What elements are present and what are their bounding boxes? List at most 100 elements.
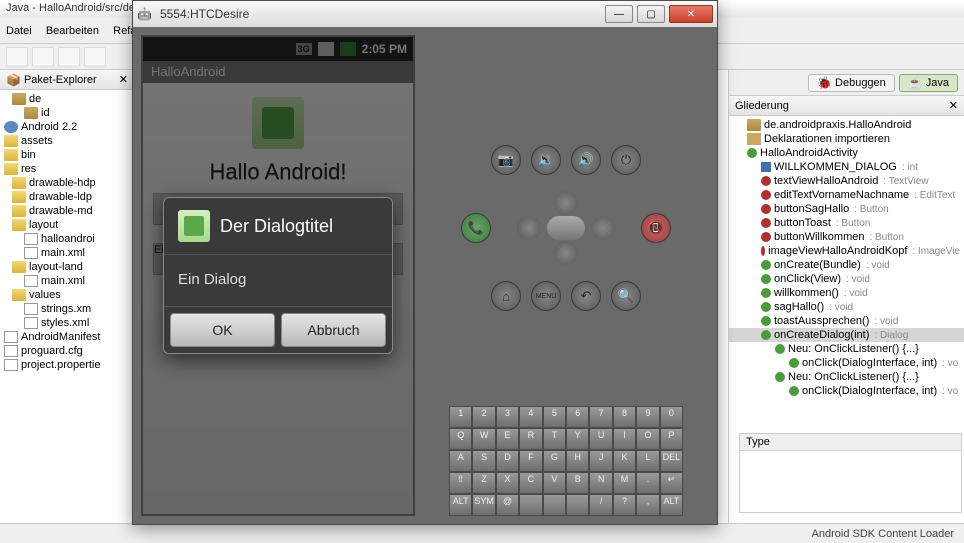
- key-U[interactable]: U: [589, 428, 612, 450]
- tree-item[interactable]: drawable-md: [0, 204, 134, 218]
- key-M[interactable]: M: [613, 472, 636, 494]
- tree-item[interactable]: project.propertie: [0, 358, 134, 372]
- key-H[interactable]: H: [566, 450, 589, 472]
- key-S[interactable]: S: [472, 450, 495, 472]
- dpad-down[interactable]: [554, 241, 578, 265]
- outline-item[interactable]: Neu: OnClickListener() {...}: [729, 370, 964, 384]
- tree-item[interactable]: halloandroi: [0, 232, 134, 246]
- key-5[interactable]: 5: [543, 406, 566, 428]
- key-space[interactable]: [519, 494, 542, 516]
- tree-item[interactable]: layout-land: [0, 260, 134, 274]
- tree-item[interactable]: bin: [0, 148, 134, 162]
- key-1[interactable]: 1: [449, 406, 472, 428]
- tb-new-icon[interactable]: [6, 47, 28, 67]
- outline-item[interactable]: WILLKOMMEN_DIALOG: int: [729, 160, 964, 174]
- key-2[interactable]: 2: [472, 406, 495, 428]
- key-K[interactable]: K: [613, 450, 636, 472]
- outline-item[interactable]: buttonToast: Button: [729, 216, 964, 230]
- tree-item[interactable]: main.xml: [0, 274, 134, 288]
- hw-home-button[interactable]: ⌂: [491, 281, 521, 311]
- key-D[interactable]: D: [496, 450, 519, 472]
- tree-item[interactable]: drawable-hdp: [0, 176, 134, 190]
- key-B[interactable]: B: [566, 472, 589, 494]
- key-R[interactable]: R: [519, 428, 542, 450]
- outline-item[interactable]: sagHallo(): void: [729, 300, 964, 314]
- hw-menu-button[interactable]: MENU: [531, 281, 561, 311]
- emulator-titlebar[interactable]: 🤖 5554:HTCDesire — ▢ ✕: [133, 1, 717, 27]
- tree-item[interactable]: res: [0, 162, 134, 176]
- key-W[interactable]: W: [472, 428, 495, 450]
- key-F[interactable]: F: [519, 450, 542, 472]
- outline-item[interactable]: onClick(View): void: [729, 272, 964, 286]
- key-.[interactable]: .: [636, 472, 659, 494]
- key-N[interactable]: N: [589, 472, 612, 494]
- key-⇧[interactable]: ⇧: [449, 472, 472, 494]
- key-/[interactable]: /: [589, 494, 612, 516]
- outline-item[interactable]: toastAussprechen(): void: [729, 314, 964, 328]
- key-9[interactable]: 9: [636, 406, 659, 428]
- outline-item[interactable]: de.androidpraxis.HalloAndroid: [729, 118, 964, 132]
- dpad-up[interactable]: [554, 191, 578, 215]
- tree-item[interactable]: main.xml: [0, 246, 134, 260]
- key-↵[interactable]: ↵: [660, 472, 683, 494]
- key-DEL[interactable]: DEL: [660, 450, 683, 472]
- key-X[interactable]: X: [496, 472, 519, 494]
- key-?[interactable]: ?: [613, 494, 636, 516]
- hw-camera-button[interactable]: 📷: [491, 145, 521, 175]
- key-6[interactable]: 6: [566, 406, 589, 428]
- tree-item[interactable]: proguard.cfg: [0, 344, 134, 358]
- hw-power-button[interactable]: ⏻: [611, 145, 641, 175]
- perspective-java[interactable]: ☕ Java: [899, 74, 958, 92]
- dialog-cancel-button[interactable]: Abbruch: [281, 313, 386, 347]
- key-C[interactable]: C: [519, 472, 542, 494]
- key-L[interactable]: L: [636, 450, 659, 472]
- dialog-ok-button[interactable]: OK: [170, 313, 275, 347]
- tree-item[interactable]: strings.xm: [0, 302, 134, 316]
- tree-item[interactable]: drawable-ldp: [0, 190, 134, 204]
- key-space[interactable]: [543, 494, 566, 516]
- key-3[interactable]: 3: [496, 406, 519, 428]
- key-8[interactable]: 8: [613, 406, 636, 428]
- key-G[interactable]: G: [543, 450, 566, 472]
- tree-item[interactable]: assets: [0, 134, 134, 148]
- key-O[interactable]: O: [636, 428, 659, 450]
- key-4[interactable]: 4: [519, 406, 542, 428]
- key-Z[interactable]: Z: [472, 472, 495, 494]
- outline-item[interactable]: willkommen(): void: [729, 286, 964, 300]
- outline-item[interactable]: buttonSagHallo: Button: [729, 202, 964, 216]
- outline-item[interactable]: imageViewHalloAndroidKopf: ImageVie: [729, 244, 964, 258]
- maximize-button[interactable]: ▢: [637, 5, 665, 23]
- key-V[interactable]: V: [543, 472, 566, 494]
- key-E[interactable]: E: [496, 428, 519, 450]
- minimize-button[interactable]: —: [605, 5, 633, 23]
- perspective-debug[interactable]: 🐞 Debuggen: [808, 74, 895, 92]
- hw-call-button[interactable]: 📞: [461, 213, 491, 243]
- key-ALT[interactable]: ALT: [449, 494, 472, 516]
- outline-item[interactable]: textViewHalloAndroid: TextView: [729, 174, 964, 188]
- dpad-left[interactable]: [517, 216, 541, 240]
- hw-back-button[interactable]: ↶: [571, 281, 601, 311]
- key-T[interactable]: T: [543, 428, 566, 450]
- key-@[interactable]: @: [496, 494, 519, 516]
- hw-voldown-button[interactable]: 🔉: [531, 145, 561, 175]
- dpad-right[interactable]: [591, 216, 615, 240]
- close-button[interactable]: ✕: [669, 5, 713, 23]
- outline-item[interactable]: onClick(DialogInterface, int): vo: [729, 356, 964, 370]
- tree-item[interactable]: AndroidManifest: [0, 330, 134, 344]
- key-I[interactable]: I: [613, 428, 636, 450]
- menu-bearbeiten[interactable]: Bearbeiten: [46, 25, 99, 37]
- outline-tab[interactable]: Gliederung ✕: [729, 96, 964, 116]
- hw-end-button[interactable]: 📵: [641, 213, 671, 243]
- key-SYM[interactable]: SYM: [472, 494, 495, 516]
- outline-item[interactable]: Deklarationen importieren: [729, 132, 964, 146]
- key-ALT[interactable]: ALT: [660, 494, 683, 516]
- hw-volup-button[interactable]: 🔊: [571, 145, 601, 175]
- hw-search-button[interactable]: 🔍: [611, 281, 641, 311]
- key-Q[interactable]: Q: [449, 428, 472, 450]
- tree-item[interactable]: layout: [0, 218, 134, 232]
- key-Y[interactable]: Y: [566, 428, 589, 450]
- key-7[interactable]: 7: [589, 406, 612, 428]
- key-space[interactable]: [566, 494, 589, 516]
- tb-save-icon[interactable]: [32, 47, 54, 67]
- outline-item[interactable]: editTextVornameNachname: EditText: [729, 188, 964, 202]
